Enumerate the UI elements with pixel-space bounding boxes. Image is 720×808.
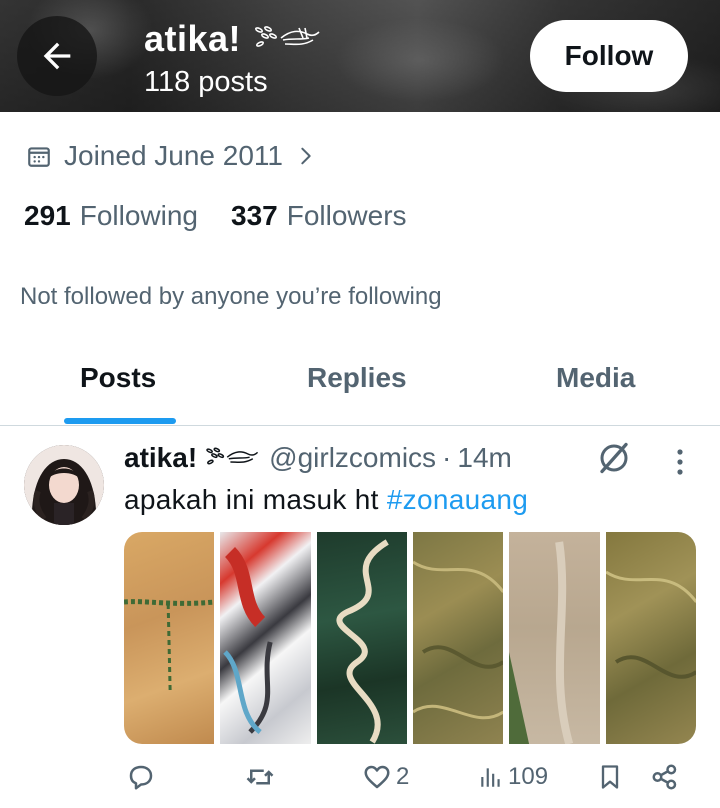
follow-button[interactable]: Follow [530, 20, 688, 92]
more-icon[interactable] [670, 446, 690, 478]
chevron-right-icon [301, 147, 311, 165]
joined-date-row[interactable]: Joined June 2011 [26, 138, 317, 174]
media-panel-5 [509, 532, 600, 744]
joined-date-text: Joined June 2011 [64, 140, 283, 171]
following-count: 291 [24, 200, 71, 231]
calendar-icon [28, 147, 50, 167]
avatar-image [24, 445, 104, 525]
post-timestamp[interactable]: 14m [457, 442, 511, 474]
tab-posts[interactable]: Posts [80, 362, 156, 394]
post-text-body: apakah ini masuk ht [124, 484, 387, 515]
tab-media[interactable]: Media [556, 362, 635, 394]
active-tab-indicator [64, 418, 176, 424]
media-panel-6 [605, 532, 696, 744]
post-separator: · [442, 442, 452, 473]
followers-stat[interactable]: 337 Followers [231, 200, 407, 232]
post-author-handle[interactable]: @girlzcomics [269, 442, 436, 474]
like-button[interactable]: 2 [362, 762, 409, 792]
media-panel-1 [124, 532, 215, 744]
flower-emoji-icon [255, 26, 320, 47]
following-label: Following [79, 200, 198, 231]
back-button[interactable] [17, 16, 97, 96]
header-post-count: 118 posts [144, 66, 268, 98]
profile-header: atika! 118 posts Follow [0, 0, 720, 112]
post-author-name[interactable]: atika! [124, 442, 261, 474]
post-actions: 2 109 [0, 762, 720, 802]
post-avatar[interactable] [24, 445, 104, 525]
views-button[interactable]: 109 [478, 762, 548, 792]
reply-icon [129, 765, 153, 790]
followers-count: 337 [231, 200, 278, 231]
like-icon [364, 765, 390, 789]
flower-emoji-icon [206, 447, 259, 465]
views-count: 109 [508, 763, 549, 790]
reply-button[interactable] [126, 762, 156, 792]
post-author-name-text: atika! [124, 442, 198, 473]
share-icon [652, 764, 677, 790]
media-panel-2 [220, 532, 311, 744]
post-text: apakah ini masuk ht #zonauang [124, 484, 528, 516]
header-display-name-text: atika! [144, 18, 242, 59]
tab-replies[interactable]: Replies [307, 362, 407, 394]
profile-tabs: Posts Replies Media [0, 340, 720, 426]
post-hashtag[interactable]: #zonauang [387, 484, 528, 515]
grok-icon[interactable] [596, 440, 632, 476]
repost-icon [246, 769, 274, 785]
followers-you-know-text: Not followed by anyone you’re following [20, 283, 442, 310]
bookmark-icon [601, 765, 619, 789]
share-button[interactable] [650, 762, 680, 792]
bookmark-button[interactable] [596, 762, 624, 792]
post-header: atika! @girlzcomics · 14m [124, 442, 512, 474]
like-count: 2 [396, 763, 410, 790]
followers-label: Followers [286, 200, 407, 231]
follow-stats: 291 Following 337 Followers [24, 200, 407, 232]
following-stat[interactable]: 291 Following [24, 200, 198, 232]
views-icon [481, 768, 500, 787]
post-media-image[interactable] [124, 532, 696, 744]
media-panel-3 [316, 532, 407, 744]
back-arrow-icon [43, 42, 71, 70]
media-panel-4 [412, 532, 504, 744]
repost-button[interactable] [244, 762, 276, 792]
header-display-name: atika! [144, 18, 323, 60]
